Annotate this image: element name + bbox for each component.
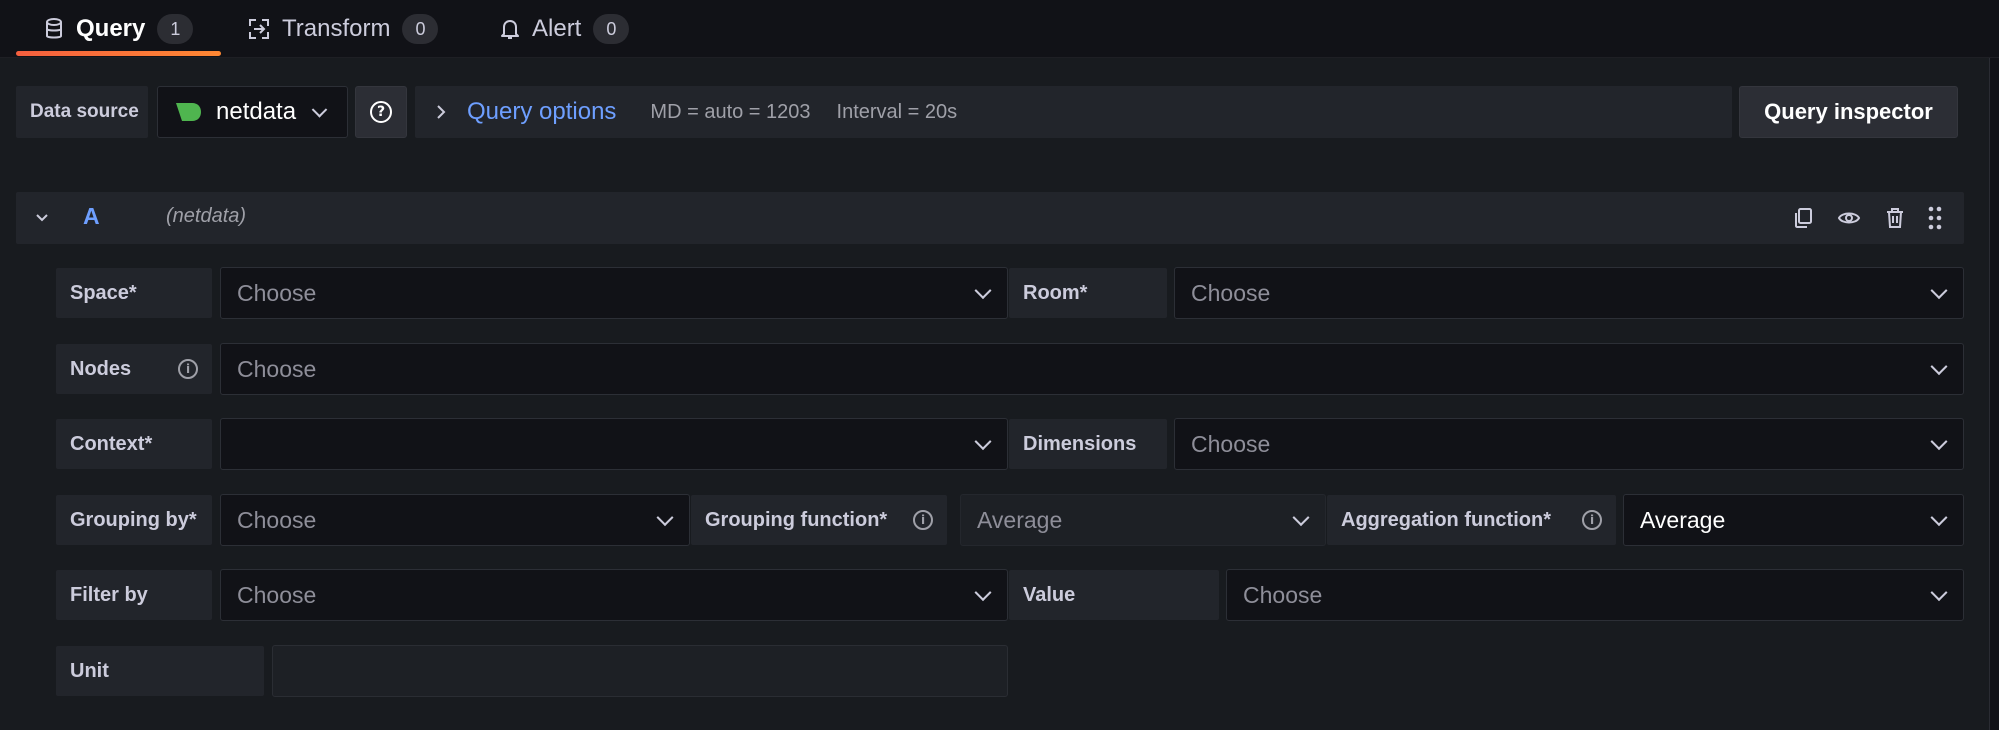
query-ref-id[interactable]: A [83, 203, 100, 230]
help-icon: ? [370, 101, 392, 123]
value-label: Value [1009, 570, 1219, 620]
max-data-points-info: MD = auto = 1203 [650, 100, 811, 123]
query-row-header [16, 192, 1964, 244]
context-select[interactable] [220, 418, 1008, 470]
nodes-label: Nodes i [56, 344, 212, 394]
netdata-logo-icon [176, 103, 201, 121]
grouping-by-placeholder: Choose [237, 506, 317, 533]
chevron-down-icon [974, 433, 992, 451]
datasource-label: Data source [16, 86, 148, 138]
collapse-chevron-icon[interactable] [34, 210, 50, 226]
query-datasource-name: (netdata) [166, 205, 247, 227]
transform-icon [249, 19, 269, 39]
chevron-down-icon [1930, 509, 1948, 527]
drag-handle[interactable] [1920, 203, 1950, 233]
tab-query-label: Query [76, 15, 146, 42]
chevron-down-icon [974, 584, 992, 602]
dimensions-placeholder: Choose [1191, 430, 1271, 457]
chevron-down-icon [974, 282, 992, 300]
grouping-by-select[interactable]: Choose [220, 494, 690, 546]
room-placeholder: Choose [1191, 279, 1271, 306]
room-select[interactable]: Choose [1174, 267, 1964, 319]
chevron-right-icon [437, 105, 446, 119]
database-icon [46, 18, 62, 39]
filter-by-placeholder: Choose [237, 581, 317, 608]
grouping-function-value: Average [977, 506, 1063, 533]
trash-icon [1887, 208, 1903, 228]
info-icon[interactable]: i [178, 359, 198, 379]
interval-info: Interval = 20s [836, 100, 958, 123]
nodes-select[interactable]: Choose [220, 343, 1964, 395]
query-options-bar[interactable]: Query options MD = auto = 1203 Interval … [415, 86, 1732, 138]
info-icon[interactable]: i [913, 510, 933, 530]
tab-transform-label: Transform [282, 15, 391, 42]
datasource-picker[interactable]: netdata [157, 86, 348, 138]
toggle-query-visibility-button[interactable] [1834, 203, 1864, 233]
datasource-help-button[interactable]: ? [355, 86, 407, 138]
chevron-down-icon [1930, 358, 1948, 376]
space-placeholder: Choose [237, 279, 317, 306]
chevron-down-icon [1930, 433, 1948, 451]
dimensions-select[interactable]: Choose [1174, 418, 1964, 470]
chevron-down-icon [1930, 282, 1948, 300]
value-select[interactable]: Choose [1226, 569, 1964, 621]
tab-alert[interactable]: Alert 0 [500, 0, 630, 58]
space-label: Space* [56, 268, 212, 318]
chevron-down-icon [311, 102, 328, 118]
chevron-down-icon [1292, 509, 1310, 527]
grouping-function-select[interactable]: Average [960, 494, 1326, 546]
grouping-function-label: Grouping function* i [691, 495, 947, 545]
eye-icon [1837, 212, 1861, 224]
aggregation-function-label-text: Aggregation function* [1341, 508, 1551, 531]
duplicate-query-button[interactable] [1788, 203, 1818, 233]
context-label: Context* [56, 419, 212, 469]
aggregation-function-value: Average [1640, 506, 1726, 533]
dimensions-label: Dimensions [1009, 419, 1167, 469]
tab-query-count: 1 [157, 14, 194, 44]
active-tab-indicator [16, 51, 221, 56]
drag-dots-icon [1928, 206, 1942, 230]
query-options-link[interactable]: Query options [467, 98, 616, 126]
tab-alert-label: Alert [532, 15, 582, 42]
query-inspector-button[interactable]: Query inspector [1739, 86, 1958, 138]
bell-icon [501, 20, 519, 39]
delete-query-button[interactable] [1880, 203, 1910, 233]
datasource-value: netdata [216, 98, 297, 125]
room-label: Room* [1009, 268, 1167, 318]
tab-transform-count: 0 [402, 14, 439, 44]
unit-input[interactable] [272, 645, 1008, 697]
nodes-label-text: Nodes [70, 357, 132, 380]
tab-bar: Query 1 Transform 0 Alert 0 [0, 0, 1999, 58]
space-select[interactable]: Choose [220, 267, 1008, 319]
grouping-by-label: Grouping by* [56, 495, 212, 545]
tab-transform[interactable]: Transform 0 [248, 0, 439, 58]
tab-alert-count: 0 [593, 14, 630, 44]
aggregation-function-label: Aggregation function* i [1327, 495, 1616, 545]
filter-by-select[interactable]: Choose [220, 569, 1008, 621]
chevron-down-icon [656, 509, 674, 527]
unit-label: Unit [56, 646, 264, 696]
filter-by-label: Filter by [56, 570, 212, 620]
value-placeholder: Choose [1243, 581, 1323, 608]
aggregation-function-select[interactable]: Average [1623, 494, 1964, 546]
copy-icon [1795, 208, 1812, 228]
chevron-down-icon [1930, 584, 1948, 602]
tab-query[interactable]: Query 1 [44, 0, 194, 58]
grouping-function-label-text: Grouping function* [705, 508, 888, 531]
nodes-placeholder: Choose [237, 355, 317, 382]
info-icon[interactable]: i [1582, 510, 1602, 530]
